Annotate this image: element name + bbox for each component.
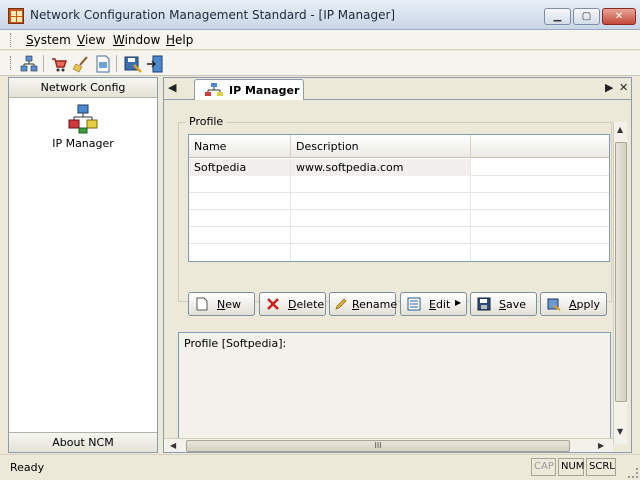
tab-ip-manager[interactable]: IP Manager [194,79,304,101]
left-panel: Network Config IP Manager About NCM [8,77,158,453]
new-button[interactable]: New [188,292,255,316]
empty-row [189,176,609,193]
scroll-down-arrow-icon[interactable]: ▼ [617,427,623,436]
toolbar-separator [116,55,117,72]
menu-system[interactable]: System [26,33,71,47]
column-header-empty [471,135,609,158]
profile-grid[interactable]: Name Description Softpedia www.softpedia… [188,134,610,262]
minimize-button[interactable]: ▁ [544,8,571,25]
maximize-button[interactable]: ▢ [573,8,600,25]
floppy-disk-icon [477,297,491,311]
vertical-scrollbar[interactable]: ▲ ▼ [613,122,627,444]
scroll-lock-indicator: SCRL [586,458,616,476]
tab-prev-arrow-icon[interactable]: ◀ [168,81,176,94]
empty-row [189,244,609,261]
cell-name[interactable]: Softpedia [189,159,291,176]
status-bar: Ready CAP NUM SCRL [0,454,640,480]
ip-manager-icon [68,104,98,134]
broom-icon[interactable] [72,55,90,73]
tab-next-arrow-icon[interactable]: ▶ [605,81,613,94]
toolbar-separator [43,55,44,72]
menu-window[interactable]: Window [113,33,160,47]
ip-manager-nav-label: IP Manager [52,137,114,150]
menu-view[interactable]: View [77,33,105,47]
main-panel: ◀ IP Manager ▶ ✕ Profile Name Descriptio… [163,77,632,453]
delete-button-label: Delete [288,298,325,311]
network-icon[interactable] [20,55,38,73]
caps-lock-indicator: CAP [531,458,556,476]
log-output[interactable]: Profile [Softpedia]: [178,332,611,444]
empty-row [189,227,609,244]
status-text: Ready [10,461,45,474]
scroll-right-arrow-icon[interactable]: ▶ [598,441,604,450]
cart-icon[interactable] [50,55,68,73]
cell-description[interactable]: www.softpedia.com [291,159,471,176]
horizontal-scrollbar[interactable]: ◀ III ▶ [164,438,613,452]
cell-empty [471,159,609,176]
horizontal-scroll-thumb[interactable]: III [186,440,570,452]
grid-header: Name Description [189,135,609,158]
vertical-scroll-thumb[interactable] [615,142,627,402]
save-config-icon[interactable] [124,55,142,73]
save-button-label: Save [499,298,527,311]
apply-button[interactable]: Apply [540,292,607,316]
menu-bar: System View Window Help [0,30,640,50]
document-icon[interactable] [94,55,112,73]
pencil-icon [335,298,347,310]
ip-manager-nav-item[interactable]: IP Manager [39,104,127,154]
title-bar[interactable]: Network Configuration Management Standar… [0,0,640,30]
apply-config-icon [547,298,561,311]
toolbar [0,51,640,76]
column-header-name[interactable]: Name [189,135,291,158]
delete-x-icon [267,298,279,310]
edit-button-label: Edit [429,298,451,311]
tab-close-icon[interactable]: ✕ [619,81,628,94]
close-button[interactable]: ✕ [602,8,636,25]
edit-dropdown-arrow-icon: ▶ [455,298,462,307]
menu-help[interactable]: Help [166,33,193,47]
scroll-left-arrow-icon[interactable]: ◀ [170,441,176,450]
network-icon [205,83,223,96]
edit-list-icon [407,297,421,311]
log-text: Profile [Softpedia]: [184,337,287,350]
network-config-header[interactable]: Network Config [9,78,157,98]
rename-button-label: Rename [352,298,398,311]
tab-label: IP Manager [229,84,300,97]
edit-button[interactable]: Edit ▶ [400,292,467,316]
rename-button[interactable]: Rename [329,292,398,316]
tab-strip: ◀ IP Manager ▶ ✕ [164,78,631,101]
exit-icon[interactable] [146,55,164,73]
new-document-icon [196,297,208,311]
new-button-label: New [217,298,241,311]
about-ncm-button[interactable]: About NCM [9,432,157,452]
delete-button[interactable]: Delete [259,292,326,316]
window-title: Network Configuration Management Standar… [30,8,396,22]
toolbar-grip [10,56,13,70]
resize-grip[interactable] [628,468,638,478]
profile-group-title: Profile [186,115,227,128]
app-logo-icon [8,8,24,24]
empty-row [189,210,609,227]
column-header-description[interactable]: Description [291,135,471,158]
empty-row [189,193,609,210]
num-lock-indicator: NUM [558,458,584,476]
save-button[interactable]: Save [470,292,537,316]
ip-manager-content: Profile Name Description Softpedia www.s… [164,100,631,452]
apply-button-label: Apply [569,298,601,311]
menu-grip [10,33,13,47]
scroll-up-arrow-icon[interactable]: ▲ [617,125,623,134]
table-row[interactable]: Softpedia www.softpedia.com [189,159,609,176]
